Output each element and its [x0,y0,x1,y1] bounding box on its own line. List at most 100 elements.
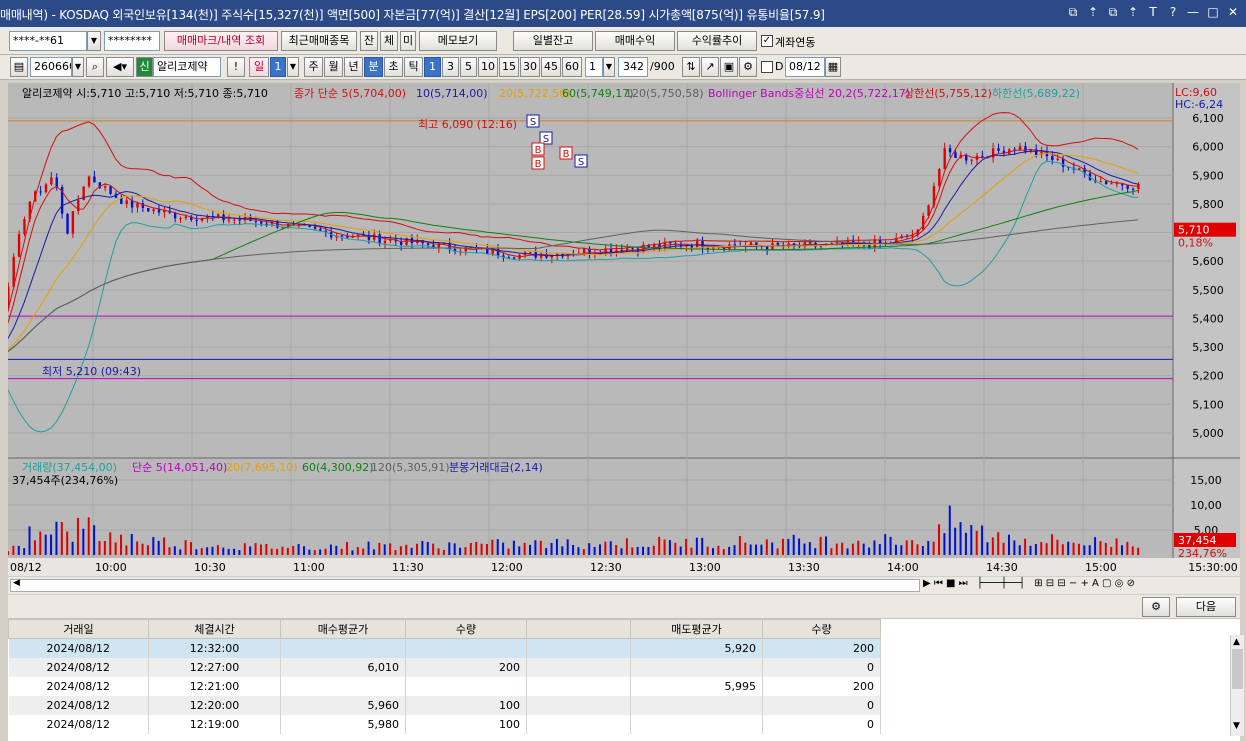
chart-canvas[interactable]: 6,1006,0005,9005,8005,7005,6005,5005,400… [8,83,1240,576]
col-trade-date[interactable]: 거래일 [8,619,149,639]
bar-count-input[interactable]: 342 [618,57,648,77]
minimize-icon[interactable]: — [1186,4,1200,20]
execution-button[interactable]: 체 [380,31,398,51]
settings-icon[interactable]: ⚙ [739,57,757,77]
volume-bar [711,548,714,555]
daily-balance-button[interactable]: 일별잔고 [513,31,593,51]
recent-trades-button[interactable]: 최근매매종목 [281,31,357,51]
scroll-up-icon[interactable]: ▲ [1233,637,1240,647]
interval-dropdown-icon[interactable]: ▼ [603,57,615,77]
date-input[interactable]: 08/12 [785,57,825,77]
font-icon[interactable]: T [1146,4,1160,20]
interval-45-button[interactable]: 45 [541,57,561,77]
save-icon[interactable]: ▣ [720,57,738,77]
compare-icon[interactable]: ⇅ [682,57,700,77]
col-buy-qty[interactable]: 수량 [405,619,527,639]
price-tick-label: 5,900 [1192,169,1224,182]
volume-bar [835,543,838,555]
copy-window-icon[interactable]: ⧉ [1106,4,1120,20]
gear-icon[interactable]: ⚙ [1142,597,1170,617]
calendar-icon[interactable]: ▦ [825,57,841,77]
volume-bar [286,547,289,555]
balance-button[interactable]: 잔 [360,31,378,51]
scroll-down-icon[interactable]: ▼ [1233,721,1240,731]
interval-15-button[interactable]: 15 [499,57,519,77]
interval-5-button[interactable]: 5 [460,57,477,77]
candle-body [93,176,96,183]
period-tick-button[interactable]: 틱 [404,57,423,77]
volume-bar [792,534,795,555]
return-trend-button[interactable]: 수익률추이 [677,31,757,51]
col-buy-avg[interactable]: 매수평균가 [280,619,406,639]
table-cell [405,676,527,696]
alert-button[interactable]: ! [227,57,245,77]
col-exec-time[interactable]: 체결시간 [148,619,281,639]
layout-icon[interactable]: ▤ [10,57,28,77]
interval-30-button[interactable]: 30 [520,57,540,77]
line-tool-icon[interactable]: ↗ [701,57,719,77]
volume-bar [765,539,768,555]
next-button[interactable]: 다음 [1176,597,1236,617]
period-second-button[interactable]: 초 [384,57,403,77]
mark-history-button[interactable]: 매매마크/내역 조회 [164,31,278,51]
window-title: 매매내역) - KOSDAQ 외국인보유[134(천)] 주식수[15,327(… [0,8,825,22]
zoom-slider[interactable]: ├───┼──┤ [977,578,1025,589]
scroll-thumb[interactable] [1232,649,1243,689]
period-num-field[interactable]: 1 [270,57,286,77]
interval-3-button[interactable]: 3 [442,57,459,77]
code-dropdown-icon[interactable]: ▼ [72,57,84,77]
volume-bar [163,537,166,555]
table-row[interactable]: 2024/08/12 12:20:00 5,960 100 0 [8,695,881,715]
table-row[interactable]: 2024/08/12 12:21:00 5,995 200 [8,676,881,696]
interval-1-button[interactable]: 1 [424,57,441,77]
col-sell-qty[interactable]: 수량 [762,619,881,639]
scroll-left-icon[interactable]: ◀ [13,578,20,588]
pin-icon[interactable]: ⇡ [1086,4,1100,20]
play-icon[interactable]: ▶ ⏮ ■ ⏭ [923,578,968,589]
memo-button[interactable]: 메모보기 [419,31,497,51]
stock-code-input[interactable]: 260660 [30,57,72,77]
password-field[interactable]: ******** [104,31,160,51]
account-select[interactable]: ****-**61 [9,31,87,51]
price-chart[interactable]: 6,1006,0005,9005,8005,7005,6005,5005,400… [8,83,1240,576]
period-week-button[interactable]: 주 [304,57,323,77]
volume-bar [33,540,36,555]
volume-tick-label: 15,00 [1190,474,1222,487]
volume-bar [771,542,774,555]
period-day-button[interactable]: 일 [249,57,269,77]
maximize-icon[interactable]: □ [1206,4,1220,20]
col-sell-avg[interactable]: 매도평균가 [630,619,763,639]
interval-input[interactable]: 1 [585,57,603,77]
chart-scrollbar[interactable]: ◀ [10,578,920,592]
volume-bar [991,537,994,555]
chart-tools-icon[interactable]: ⊞ ⊟ ⊟ − + A ▢ ◎ ⊘ [1034,578,1135,589]
volume-bar [841,542,844,555]
table-row[interactable]: 2024/08/12 12:32:00 5,920 200 [8,638,881,658]
account-dropdown-icon[interactable]: ▼ [87,31,101,51]
table-row[interactable]: 2024/08/12 12:27:00 6,010 200 0 [8,657,881,677]
candle-body [44,184,48,193]
speaker-icon[interactable]: ◀▾ [106,57,134,77]
table-cell [280,638,406,658]
interval-60-button[interactable]: 60 [562,57,582,77]
search-icon[interactable]: ⌕ [86,57,104,77]
help-icon[interactable]: ? [1166,4,1180,20]
table-row[interactable]: 2024/08/12 12:19:00 5,980 100 0 [8,714,881,734]
candle-body [340,235,344,237]
unfilled-button[interactable]: 미 [400,31,416,51]
period-year-button[interactable]: 년 [344,57,363,77]
interval-10-button[interactable]: 10 [478,57,498,77]
d-checkbox[interactable] [761,61,773,73]
price-legend-item: 60(5,749,17) [562,87,634,100]
volume-bar [372,549,375,555]
period-minute-button[interactable]: 분 [364,57,383,77]
restore-icon[interactable]: ⧉ [1066,4,1080,20]
close-icon[interactable]: ✕ [1226,4,1240,20]
volume-bar [1045,543,1048,555]
top-icon[interactable]: ⇡ [1126,4,1140,20]
period-dropdown-icon[interactable]: ▼ [287,57,299,77]
period-month-button[interactable]: 월 [324,57,343,77]
trade-profit-button[interactable]: 매매수익 [595,31,675,51]
table-scrollbar[interactable]: ▲ ▼ [1230,635,1244,736]
account-link-checkbox[interactable]: ✓ [761,35,773,47]
